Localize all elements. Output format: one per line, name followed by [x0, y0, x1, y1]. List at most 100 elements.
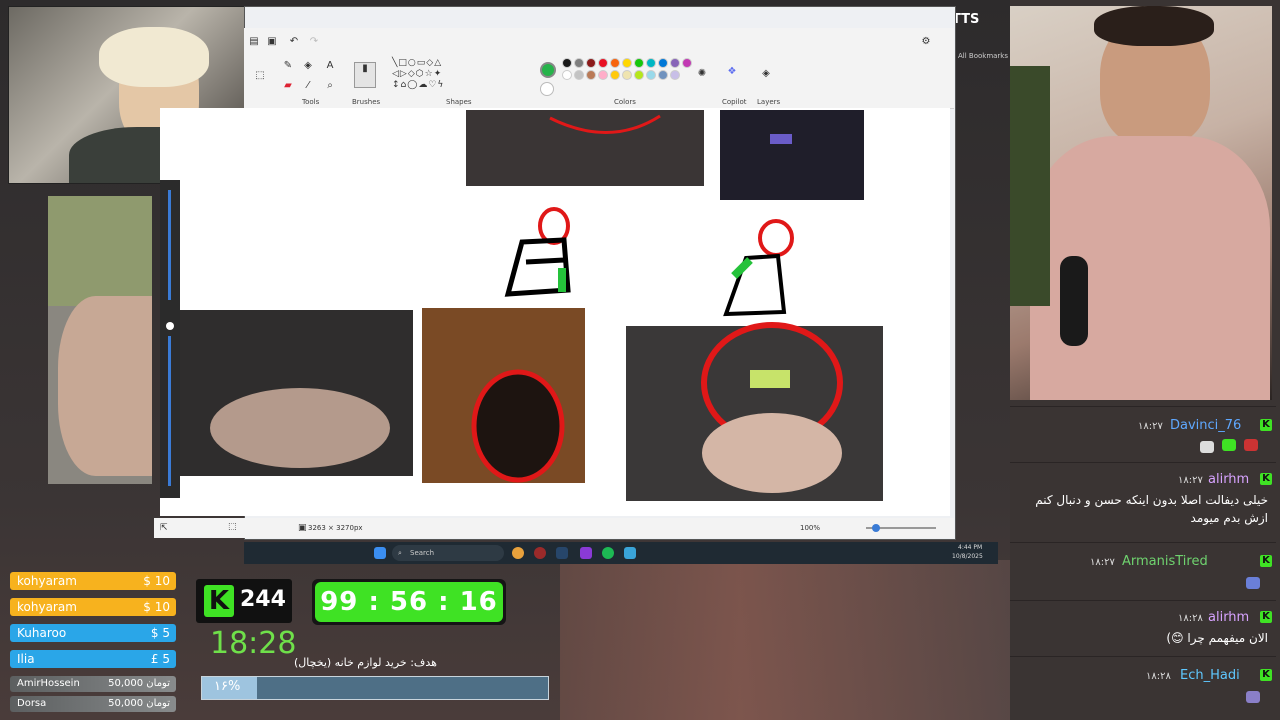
color-swatch[interactable] — [646, 58, 656, 68]
color-swatch[interactable] — [634, 58, 644, 68]
color-swatch[interactable] — [646, 70, 656, 80]
canvas-drawing — [180, 110, 883, 501]
chrome-icon[interactable] — [512, 547, 524, 559]
tools-group-label: Tools — [302, 98, 320, 106]
kick-badge-icon: K — [1260, 669, 1272, 681]
hand-shape-1 — [210, 388, 390, 468]
kick-logo-icon: K — [204, 585, 234, 617]
donation-item: kohyaram $ 10 — [10, 572, 176, 590]
message-time: ۱۸:۲۸ — [1178, 613, 1203, 624]
message-username: alirhm — [1208, 610, 1250, 625]
color-swatch[interactable] — [658, 70, 668, 80]
message-time: ۱۸:۲۷ — [1090, 557, 1115, 568]
color-swatch[interactable] — [610, 70, 620, 80]
red-circle-eye — [471, 369, 565, 483]
color-swatch[interactable] — [670, 70, 680, 80]
person-hair — [1094, 6, 1214, 46]
eraser-icon[interactable]: ▰ — [282, 80, 294, 92]
color-swatch[interactable] — [622, 70, 632, 80]
color-swatch[interactable] — [562, 58, 572, 68]
zoom-slider-thumb[interactable] — [872, 524, 880, 532]
color-swatch[interactable] — [670, 58, 680, 68]
color-swatch[interactable] — [622, 58, 632, 68]
file-icon[interactable]: ▤ — [248, 36, 260, 48]
brushes-icon[interactable]: ▮ — [354, 62, 376, 88]
windows-start-icon[interactable] — [374, 547, 386, 559]
selection-size-icon: ⬚ — [228, 522, 237, 532]
grass-area — [48, 196, 152, 306]
message-username: Ech_Hadi — [1180, 668, 1240, 683]
color-swatch[interactable] — [682, 58, 692, 68]
color-swatch[interactable] — [598, 58, 608, 68]
donation-goal-percent: ۱۶% — [214, 679, 241, 694]
color-swatch[interactable] — [586, 58, 596, 68]
hand-area — [58, 296, 152, 476]
taskbar-time: 4:44 PM — [958, 544, 983, 551]
color-swatch[interactable] — [658, 58, 668, 68]
black-box-drawing-2 — [723, 253, 787, 317]
color-swatch[interactable] — [562, 70, 572, 80]
secondary-color-swatch[interactable] — [540, 82, 554, 96]
pasted-image-top-2 — [720, 110, 864, 200]
green-mark-1 — [558, 268, 566, 292]
color-picker-icon[interactable]: ⁄ — [302, 80, 314, 92]
slider-track-bottom[interactable] — [168, 336, 171, 486]
emote-icon — [1246, 691, 1260, 703]
color-swatch[interactable] — [586, 70, 596, 80]
paint-status-bar: ⇱ ⬚ ▣ 3263 × 3270px 100% — [154, 518, 954, 538]
paint-ribbon: ▤ ▣ ↶ ↷ ⬚ ✎ ◈ A ▰ ⁄ ⌕ Tools ▮ Brushes ╲□… — [244, 28, 954, 109]
emote-icon — [1244, 439, 1258, 451]
viewer-count: 244 — [240, 587, 286, 612]
donation-item: Ilia £ 5 — [10, 650, 176, 668]
streamer-webcam-right — [1010, 6, 1272, 400]
chat-panel: ۱۸:۲۷ Davinci_76 K ۱۸:۲۷ alirhm K خیلی د… — [1010, 404, 1276, 720]
purple-glow — [770, 134, 792, 144]
app-icon-purple[interactable] — [580, 547, 592, 559]
shapes-gallery[interactable]: ╲□○▭◇△ ◁▷◇⬡☆✦ ↕⌂◯☁♡ϟ — [392, 58, 474, 92]
color-swatch[interactable] — [610, 58, 620, 68]
paint-canvas[interactable] — [160, 108, 950, 516]
taskbar-search[interactable]: ⌕ Search — [392, 545, 504, 561]
color-swatch[interactable] — [574, 70, 584, 80]
all-bookmarks-label[interactable]: All Bookmarks — [958, 52, 1008, 60]
chat-message: ۱۸:۲۷ ArmanisTired K — [1010, 542, 1276, 597]
message-username: Davinci_76 — [1170, 418, 1242, 433]
blurred-background — [560, 560, 1010, 720]
fill-icon[interactable]: ◈ — [302, 60, 314, 72]
zoom-level[interactable]: 100% — [800, 524, 820, 532]
undo-icon[interactable]: ↶ — [288, 36, 300, 48]
selection-icon[interactable]: ⬚ — [254, 70, 266, 82]
green-led — [750, 370, 790, 388]
slider-handle[interactable] — [166, 322, 174, 330]
save-icon[interactable]: ▣ — [266, 36, 278, 48]
color-swatch[interactable] — [574, 58, 584, 68]
slider-track-top[interactable] — [168, 190, 171, 300]
redo-icon[interactable]: ↷ — [308, 36, 320, 48]
steam-icon[interactable] — [556, 547, 568, 559]
layers-icon[interactable]: ◈ — [760, 68, 772, 80]
kick-badge-icon: K — [1260, 419, 1272, 431]
green-mark-2 — [731, 257, 753, 279]
copilot-icon[interactable]: ❖ — [726, 66, 738, 78]
emote-icon — [1246, 577, 1260, 589]
app-icon-red[interactable] — [534, 547, 546, 559]
rainbow-edit-colors-icon[interactable]: ✺ — [696, 68, 708, 80]
layers-group-label: Layers — [757, 98, 781, 106]
active-color-swatch[interactable] — [540, 62, 556, 78]
app-icon-blue[interactable] — [624, 547, 636, 559]
kick-badge-icon: K — [1260, 473, 1272, 485]
side-photo-panel — [48, 196, 152, 484]
pasted-image-top-1 — [466, 110, 704, 186]
pencil-icon[interactable]: ✎ — [282, 60, 294, 72]
subathon-timer: 99 : 56 : 16 — [315, 582, 503, 622]
donation-goal-bar: ۱۶% — [201, 676, 549, 700]
shapes-group-label: Shapes — [446, 98, 472, 106]
message-time: ۱۸:۲۸ — [1146, 671, 1171, 682]
color-swatch[interactable] — [598, 70, 608, 80]
color-swatch[interactable] — [634, 70, 644, 80]
settings-gear-icon[interactable]: ⚙ — [920, 36, 932, 48]
spotify-icon[interactable] — [602, 547, 614, 559]
text-icon[interactable]: A — [324, 60, 336, 72]
layer-slider-panel[interactable] — [160, 180, 180, 498]
magnifier-icon[interactable]: ⌕ — [324, 80, 336, 92]
